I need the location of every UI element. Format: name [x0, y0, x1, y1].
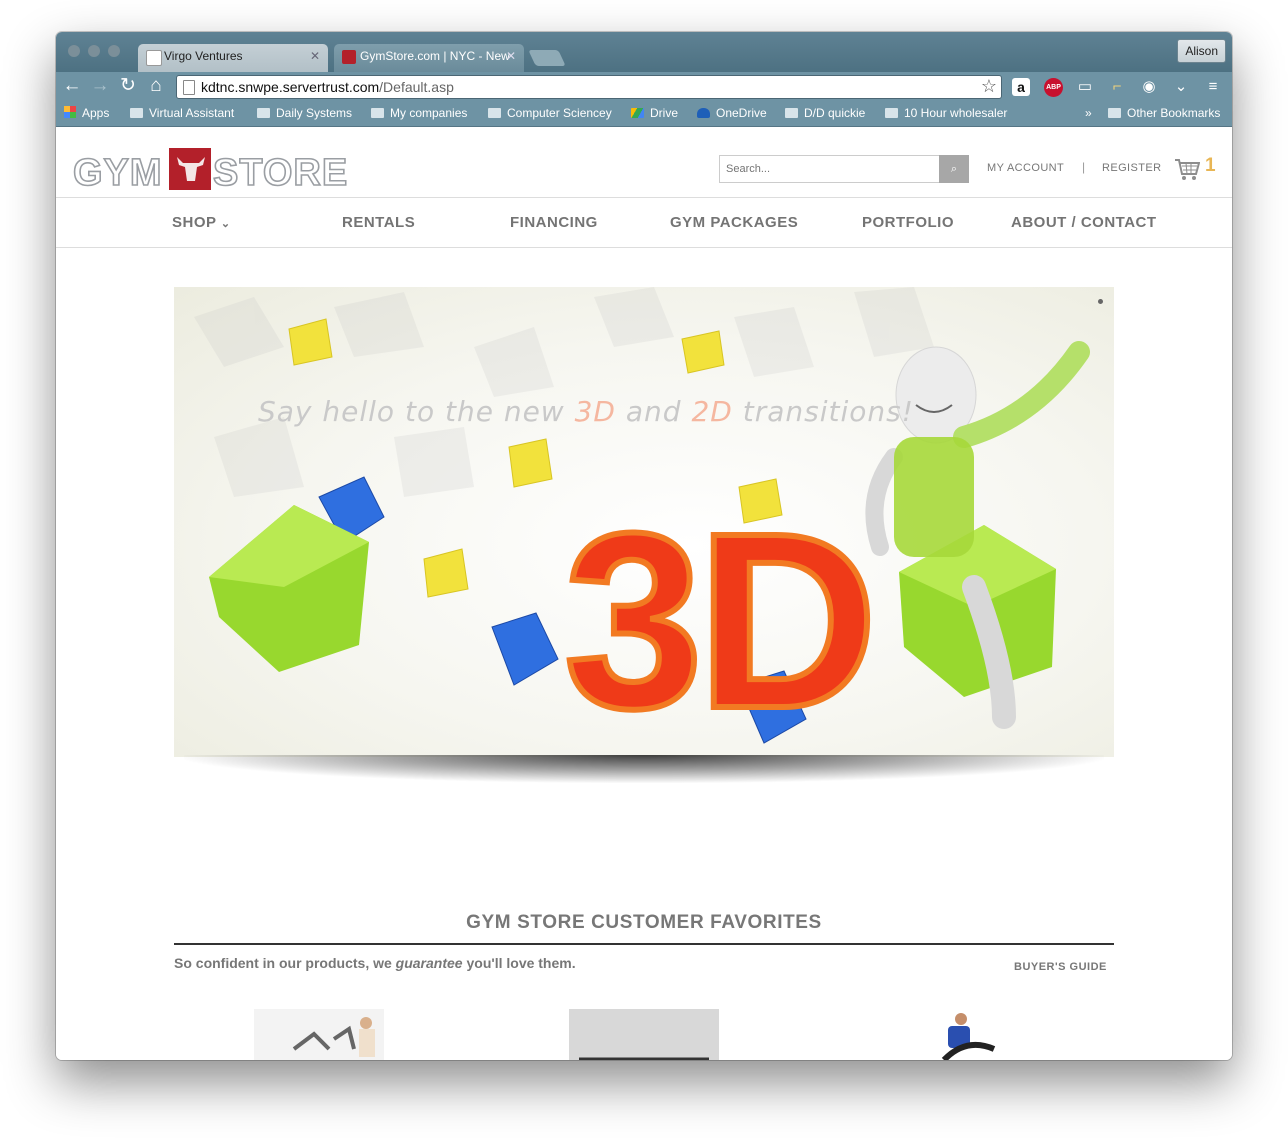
folder-icon: [371, 108, 384, 118]
hero-tagline: Say hello to the new 3D and 2D transitio…: [258, 395, 914, 428]
chevron-down-icon: ⌄: [220, 218, 231, 230]
apps-grid-icon: [64, 106, 76, 118]
tab-virgo-ventures[interactable]: Virgo Ventures ✕: [138, 44, 328, 72]
tab-label: GymStore.com | NYC - New: [360, 49, 510, 63]
google-drive-icon: [631, 108, 644, 118]
folder-icon: [1108, 108, 1121, 118]
header-separator: |: [1082, 160, 1086, 174]
onedrive-icon: [697, 108, 710, 118]
main-navigation: SHOP ⌄ RENTALS FINANCING GYM PACKAGES PO…: [56, 197, 1232, 248]
bookmark-onedrive[interactable]: OneDrive: [697, 106, 767, 120]
nav-rentals[interactable]: RENTALS: [342, 214, 415, 231]
cart-count-badge[interactable]: 1: [1205, 155, 1216, 177]
hero-slider[interactable]: 3D Say hello to the new 3D and 2D transi…: [174, 287, 1114, 757]
gymstore-logo[interactable]: GYM STORE: [73, 147, 353, 191]
gymstore-favicon-icon: [342, 50, 356, 64]
slider-shadow: [184, 755, 1104, 783]
bookmark-drive[interactable]: Drive: [631, 106, 678, 120]
cast-icon[interactable]: ▭: [1074, 76, 1096, 98]
buyers-guide-link[interactable]: BUYER'S GUIDE: [1014, 961, 1107, 973]
reload-icon[interactable]: ↻: [117, 75, 139, 97]
menu-icon[interactable]: ≡: [1202, 76, 1224, 98]
profile-button[interactable]: Alison: [1177, 39, 1226, 63]
svg-text:3D: 3D: [564, 481, 872, 757]
folder-icon: [257, 108, 270, 118]
browser-titlebar: Virgo Ventures ✕ GymStore.com | NYC - Ne…: [56, 32, 1232, 72]
pocket-extension-icon[interactable]: ⌄: [1170, 76, 1192, 98]
bookmark-virtual-assistant[interactable]: Virtual Assistant: [130, 106, 234, 120]
search-icon[interactable]: ⌕: [939, 155, 969, 183]
bookmark-my-companies[interactable]: My companies: [371, 106, 467, 120]
bookmark-daily-systems[interactable]: Daily Systems: [257, 106, 352, 120]
register-link[interactable]: REGISTER: [1102, 162, 1161, 174]
url-text[interactable]: kdtnc.snwpe.servertrust.com/Default.asp: [201, 79, 454, 95]
page-favicon-icon: [146, 50, 162, 66]
nav-about-contact[interactable]: ABOUT / CONTACT: [1011, 214, 1157, 231]
favorites-subtitle: So confident in our products, we guarant…: [174, 955, 576, 971]
new-tab-button[interactable]: [528, 50, 566, 66]
shopping-cart-icon[interactable]: [1174, 155, 1200, 183]
search-input[interactable]: [720, 156, 952, 182]
product-image-treadmill[interactable]: [926, 1009, 1016, 1060]
bookmark-dd-quickie[interactable]: D/D quickie: [785, 106, 865, 120]
minimize-window-button[interactable]: [88, 45, 100, 57]
folder-icon: [488, 108, 501, 118]
bookmarks-bar: Apps Virtual Assistant Daily Systems My …: [56, 102, 1232, 127]
bookmark-apps[interactable]: Apps: [64, 106, 109, 120]
tab-label: Virgo Ventures: [164, 49, 243, 63]
bookmark-star-icon[interactable]: ☆: [981, 76, 997, 97]
bookmark-other-bookmarks[interactable]: Other Bookmarks: [1108, 106, 1220, 120]
nav-shop[interactable]: SHOP ⌄: [172, 214, 231, 231]
site-search: ⌕: [719, 155, 969, 183]
forward-arrow-icon[interactable]: →: [89, 75, 111, 97]
nav-gym-packages[interactable]: GYM PACKAGES: [670, 214, 798, 231]
address-bar[interactable]: kdtnc.snwpe.servertrust.com/Default.asp …: [176, 75, 1002, 99]
camera-extension-icon[interactable]: ◉: [1138, 76, 1160, 98]
back-arrow-icon[interactable]: ←: [61, 75, 83, 97]
bookmark-10-hour-wholesaler[interactable]: 10 Hour wholesaler: [885, 106, 1007, 120]
product-image-elliptical[interactable]: [254, 1009, 384, 1060]
folder-icon: [130, 108, 143, 118]
nav-portfolio[interactable]: PORTFOLIO: [862, 214, 954, 231]
web-page: GYM STORE ⌕ MY ACCOUNT | REGISTER 1 SHOP…: [56, 127, 1232, 1060]
amazon-extension-icon[interactable]: a: [1012, 78, 1030, 96]
bookmarks-overflow-chevron-icon[interactable]: »: [1085, 106, 1092, 120]
home-icon[interactable]: ⌂: [145, 75, 167, 97]
svg-text:STORE: STORE: [213, 152, 348, 191]
close-window-button[interactable]: [68, 45, 80, 57]
product-image-bench[interactable]: [569, 1009, 719, 1060]
slider-dot[interactable]: [1098, 299, 1103, 304]
nav-financing[interactable]: FINANCING: [510, 214, 598, 231]
browser-window: Virgo Ventures ✕ GymStore.com | NYC - Ne…: [56, 32, 1232, 1060]
close-tab-icon[interactable]: ✕: [310, 49, 320, 63]
adblock-plus-icon[interactable]: ABP: [1044, 78, 1063, 97]
bookmark-computer-sciencey[interactable]: Computer Sciencey: [488, 106, 612, 120]
my-account-link[interactable]: MY ACCOUNT: [987, 162, 1064, 174]
favorites-divider: [174, 943, 1114, 945]
folder-icon: [885, 108, 898, 118]
browser-toolbar: ← → ↻ ⌂ kdtnc.snwpe.servertrust.com/Defa…: [56, 72, 1232, 102]
tab-gymstore[interactable]: GymStore.com | NYC - New ✕: [334, 44, 524, 72]
page-info-icon[interactable]: [183, 80, 195, 95]
maximize-window-button[interactable]: [108, 45, 120, 57]
close-tab-icon[interactable]: ✕: [506, 49, 516, 63]
favorites-heading: GYM STORE CUSTOMER FAVORITES: [466, 912, 822, 933]
hero-illustration: 3D: [194, 287, 1090, 757]
folder-icon: [785, 108, 798, 118]
measure-extension-icon[interactable]: ⌐: [1106, 76, 1128, 98]
svg-text:GYM: GYM: [73, 152, 163, 191]
